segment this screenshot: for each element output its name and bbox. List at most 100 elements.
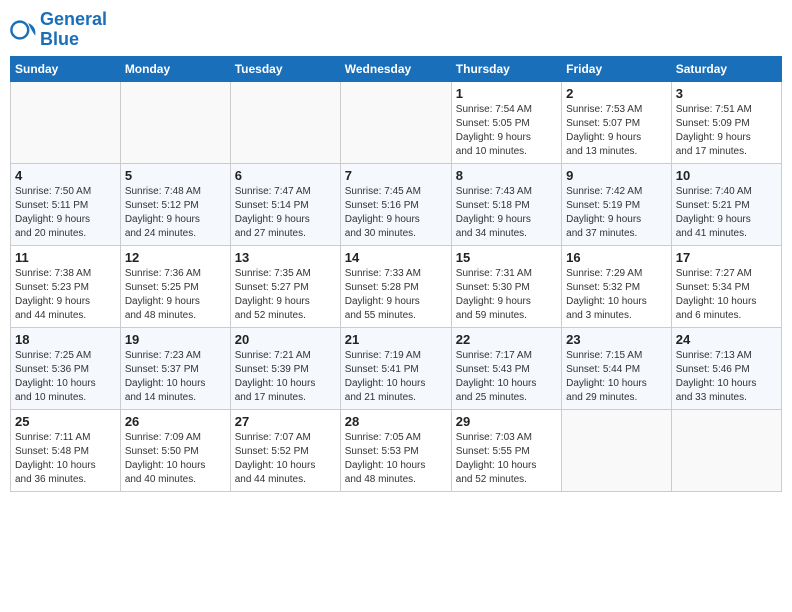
day-number: 7 (345, 168, 447, 183)
week-row-2: 4 Sunrise: 7:50 AM Sunset: 5:11 PM Daylig… (11, 163, 782, 245)
day-number: 24 (676, 332, 777, 347)
calendar-cell: 26 Sunrise: 7:09 AM Sunset: 5:50 PM Dayli… (120, 409, 230, 491)
calendar-table: SundayMondayTuesdayWednesdayThursdayFrid… (10, 56, 782, 492)
day-info: Sunrise: 7:07 AM Sunset: 5:52 PM Dayligh… (235, 431, 336, 487)
calendar-cell: 14 Sunrise: 7:33 AM Sunset: 5:28 PM Dayli… (340, 245, 451, 327)
calendar-cell: 27 Sunrise: 7:07 AM Sunset: 5:52 PM Dayli… (230, 409, 340, 491)
day-number: 10 (676, 168, 777, 183)
day-number: 1 (456, 86, 557, 101)
calendar-cell: 6 Sunrise: 7:47 AM Sunset: 5:14 PM Daylig… (230, 163, 340, 245)
column-header-thursday: Thursday (451, 56, 561, 81)
day-info: Sunrise: 7:21 AM Sunset: 5:39 PM Dayligh… (235, 349, 336, 405)
day-info: Sunrise: 7:40 AM Sunset: 5:21 PM Dayligh… (676, 185, 777, 241)
day-info: Sunrise: 7:03 AM Sunset: 5:55 PM Dayligh… (456, 431, 557, 487)
day-number: 17 (676, 250, 777, 265)
calendar-cell: 10 Sunrise: 7:40 AM Sunset: 5:21 PM Dayli… (671, 163, 781, 245)
day-number: 2 (566, 86, 667, 101)
day-number: 26 (125, 414, 226, 429)
calendar-cell (11, 81, 121, 163)
day-info: Sunrise: 7:43 AM Sunset: 5:18 PM Dayligh… (456, 185, 557, 241)
day-info: Sunrise: 7:47 AM Sunset: 5:14 PM Dayligh… (235, 185, 336, 241)
calendar-cell: 11 Sunrise: 7:38 AM Sunset: 5:23 PM Dayli… (11, 245, 121, 327)
calendar-cell (230, 81, 340, 163)
day-number: 20 (235, 332, 336, 347)
day-info: Sunrise: 7:51 AM Sunset: 5:09 PM Dayligh… (676, 103, 777, 159)
day-number: 3 (676, 86, 777, 101)
day-number: 22 (456, 332, 557, 347)
day-info: Sunrise: 7:48 AM Sunset: 5:12 PM Dayligh… (125, 185, 226, 241)
calendar-cell (340, 81, 451, 163)
day-number: 13 (235, 250, 336, 265)
calendar-cell: 12 Sunrise: 7:36 AM Sunset: 5:25 PM Dayli… (120, 245, 230, 327)
calendar-cell (562, 409, 672, 491)
day-number: 14 (345, 250, 447, 265)
day-number: 15 (456, 250, 557, 265)
day-info: Sunrise: 7:53 AM Sunset: 5:07 PM Dayligh… (566, 103, 667, 159)
day-info: Sunrise: 7:38 AM Sunset: 5:23 PM Dayligh… (15, 267, 116, 323)
week-row-1: 1 Sunrise: 7:54 AM Sunset: 5:05 PM Daylig… (11, 81, 782, 163)
day-info: Sunrise: 7:27 AM Sunset: 5:34 PM Dayligh… (676, 267, 777, 323)
calendar-cell: 28 Sunrise: 7:05 AM Sunset: 5:53 PM Dayli… (340, 409, 451, 491)
day-number: 6 (235, 168, 336, 183)
day-info: Sunrise: 7:31 AM Sunset: 5:30 PM Dayligh… (456, 267, 557, 323)
day-info: Sunrise: 7:45 AM Sunset: 5:16 PM Dayligh… (345, 185, 447, 241)
day-number: 29 (456, 414, 557, 429)
calendar-cell: 7 Sunrise: 7:45 AM Sunset: 5:16 PM Daylig… (340, 163, 451, 245)
day-number: 12 (125, 250, 226, 265)
day-number: 18 (15, 332, 116, 347)
day-number: 9 (566, 168, 667, 183)
day-number: 23 (566, 332, 667, 347)
day-info: Sunrise: 7:42 AM Sunset: 5:19 PM Dayligh… (566, 185, 667, 241)
day-info: Sunrise: 7:09 AM Sunset: 5:50 PM Dayligh… (125, 431, 226, 487)
day-info: Sunrise: 7:25 AM Sunset: 5:36 PM Dayligh… (15, 349, 116, 405)
logo-text: General Blue (40, 10, 107, 50)
calendar-cell: 13 Sunrise: 7:35 AM Sunset: 5:27 PM Dayli… (230, 245, 340, 327)
day-number: 28 (345, 414, 447, 429)
column-header-monday: Monday (120, 56, 230, 81)
day-info: Sunrise: 7:36 AM Sunset: 5:25 PM Dayligh… (125, 267, 226, 323)
calendar-cell (671, 409, 781, 491)
calendar-cell: 25 Sunrise: 7:11 AM Sunset: 5:48 PM Dayli… (11, 409, 121, 491)
day-info: Sunrise: 7:54 AM Sunset: 5:05 PM Dayligh… (456, 103, 557, 159)
day-number: 25 (15, 414, 116, 429)
calendar-cell: 17 Sunrise: 7:27 AM Sunset: 5:34 PM Dayli… (671, 245, 781, 327)
calendar-cell: 16Sunrise: 7:29 AM Sunset: 5:32 PM Dayli… (562, 245, 672, 327)
logo: General Blue (10, 10, 107, 50)
calendar-cell: 5 Sunrise: 7:48 AM Sunset: 5:12 PM Daylig… (120, 163, 230, 245)
day-info: Sunrise: 7:50 AM Sunset: 5:11 PM Dayligh… (15, 185, 116, 241)
column-header-saturday: Saturday (671, 56, 781, 81)
day-info: Sunrise: 7:11 AM Sunset: 5:48 PM Dayligh… (15, 431, 116, 487)
day-number: 11 (15, 250, 116, 265)
calendar-cell: 18 Sunrise: 7:25 AM Sunset: 5:36 PM Dayli… (11, 327, 121, 409)
day-info: Sunrise: 7:05 AM Sunset: 5:53 PM Dayligh… (345, 431, 447, 487)
week-row-3: 11 Sunrise: 7:38 AM Sunset: 5:23 PM Dayli… (11, 245, 782, 327)
day-info: Sunrise: 7:19 AM Sunset: 5:41 PM Dayligh… (345, 349, 447, 405)
column-header-tuesday: Tuesday (230, 56, 340, 81)
calendar-cell: 23 Sunrise: 7:15 AM Sunset: 5:44 PM Dayli… (562, 327, 672, 409)
day-info: Sunrise: 7:35 AM Sunset: 5:27 PM Dayligh… (235, 267, 336, 323)
calendar-cell (120, 81, 230, 163)
calendar-cell: 22Sunrise: 7:17 AM Sunset: 5:43 PM Dayli… (451, 327, 561, 409)
page-header: General Blue (10, 10, 782, 50)
calendar-cell: 21 Sunrise: 7:19 AM Sunset: 5:41 PM Dayli… (340, 327, 451, 409)
calendar-cell: 15 Sunrise: 7:31 AM Sunset: 5:30 PM Dayli… (451, 245, 561, 327)
day-number: 19 (125, 332, 226, 347)
day-info: Sunrise: 7:33 AM Sunset: 5:28 PM Dayligh… (345, 267, 447, 323)
day-number: 5 (125, 168, 226, 183)
calendar-cell: 8 Sunrise: 7:43 AM Sunset: 5:18 PM Daylig… (451, 163, 561, 245)
day-number: 27 (235, 414, 336, 429)
week-row-5: 25 Sunrise: 7:11 AM Sunset: 5:48 PM Dayli… (11, 409, 782, 491)
day-info: Sunrise: 7:13 AM Sunset: 5:46 PM Dayligh… (676, 349, 777, 405)
week-row-4: 18 Sunrise: 7:25 AM Sunset: 5:36 PM Dayli… (11, 327, 782, 409)
column-header-sunday: Sunday (11, 56, 121, 81)
calendar-header-row: SundayMondayTuesdayWednesdayThursdayFrid… (11, 56, 782, 81)
day-info: Sunrise: 7:15 AM Sunset: 5:44 PM Dayligh… (566, 349, 667, 405)
column-header-friday: Friday (562, 56, 672, 81)
day-number: 4 (15, 168, 116, 183)
day-number: 16 (566, 250, 667, 265)
calendar-cell: 24 Sunrise: 7:13 AM Sunset: 5:46 PM Dayli… (671, 327, 781, 409)
calendar-cell: 20 Sunrise: 7:21 AM Sunset: 5:39 PM Dayli… (230, 327, 340, 409)
calendar-cell: 4 Sunrise: 7:50 AM Sunset: 5:11 PM Daylig… (11, 163, 121, 245)
day-number: 8 (456, 168, 557, 183)
day-number: 21 (345, 332, 447, 347)
